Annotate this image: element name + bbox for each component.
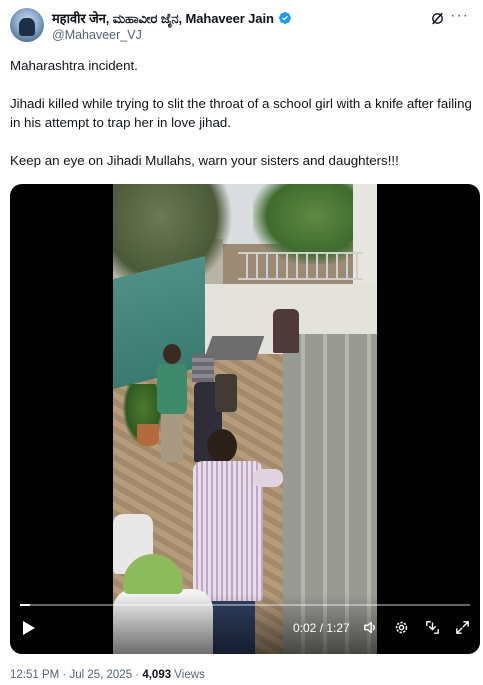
author-name-row: महावीर जेन, ಮಹಾವೀರ ಜೈನ, Mahaveer Jain	[52, 9, 292, 27]
author-display-name[interactable]: महावीर जेन, ಮಹಾವೀರ ಜೈನ, Mahaveer Jain	[52, 9, 274, 27]
verified-badge-icon	[278, 12, 291, 24]
video-time: 0:02 / 1:27	[293, 621, 350, 635]
tweet-text: Maharashtra incident. Jihadi killed whil…	[10, 56, 478, 170]
person-legs	[161, 414, 183, 462]
play-icon[interactable]	[22, 620, 36, 636]
download-icon[interactable]	[424, 619, 441, 636]
person-head	[207, 429, 237, 463]
frame-backpack	[215, 374, 237, 412]
tweet-line-2: Jihadi killed while trying to slit the t…	[10, 96, 472, 130]
video-progress-bar[interactable]	[20, 604, 470, 606]
person-arm	[253, 469, 283, 487]
blurred-face	[192, 354, 214, 382]
volume-icon[interactable]	[362, 619, 379, 636]
video-progress-fill	[20, 604, 31, 606]
views-count: 4,093	[142, 669, 172, 681]
settings-icon[interactable]	[393, 619, 410, 636]
person-body	[157, 364, 187, 414]
video-controls: 0:02 / 1:27	[10, 594, 480, 654]
person-body	[193, 461, 263, 601]
video-player[interactable]: 0:02 / 1:27	[10, 184, 480, 654]
author-handle[interactable]: @Mahaveer_VJ	[52, 28, 142, 42]
grok-icon[interactable]	[430, 11, 445, 26]
tweet-line-1: Maharashtra incident.	[10, 58, 138, 73]
frame-railing	[238, 252, 363, 280]
tweet-timestamp[interactable]: 12:51 PM · Jul 25, 2025 ·	[10, 669, 142, 681]
avatar-figure	[19, 18, 35, 36]
frame-chair	[273, 309, 299, 353]
frame-person-green-shirt	[153, 344, 193, 464]
fullscreen-icon[interactable]	[454, 619, 471, 636]
video-frame	[113, 184, 377, 654]
tweet-meta: 12:51 PM · Jul 25, 2025 · 4,093 Views	[10, 669, 205, 681]
person-head	[163, 344, 181, 364]
more-icon[interactable]: ···	[450, 8, 469, 24]
avatar[interactable]	[10, 8, 44, 42]
tweet-header: महावीर जेन, ಮಹಾವೀರ ಜೈನ, Mahaveer Jain @M…	[10, 6, 473, 46]
tweet-line-3: Keep an eye on Jihadi Mullahs, warn your…	[10, 153, 399, 168]
views-label: Views	[171, 669, 205, 681]
